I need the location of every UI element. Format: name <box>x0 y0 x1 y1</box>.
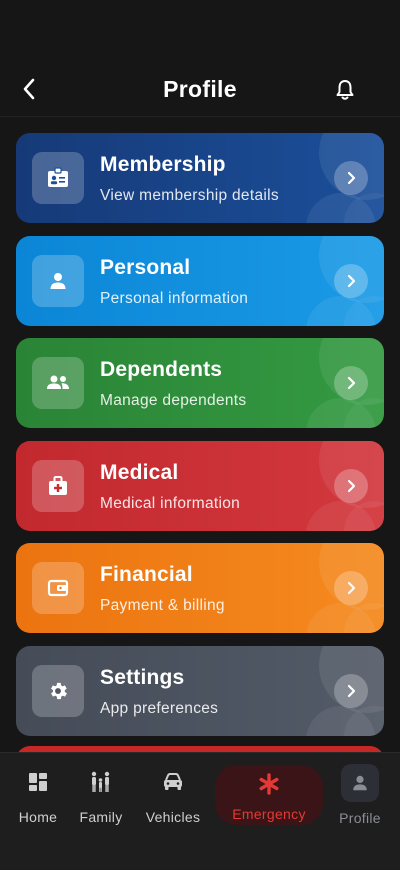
financial-card[interactable]: Financial Payment & billing <box>16 543 384 633</box>
card-subtitle: Medical information <box>100 494 241 512</box>
dependents-card[interactable]: Dependents Manage dependents <box>16 338 384 428</box>
family-icon <box>82 763 120 801</box>
group-icon <box>32 357 84 409</box>
tab-profile[interactable]: Profile <box>337 763 383 833</box>
id-card-icon <box>32 152 84 204</box>
card-title: Personal <box>100 255 191 279</box>
card-subtitle: Manage dependents <box>100 392 247 409</box>
person-icon <box>341 764 379 802</box>
chevron-right-icon[interactable] <box>334 571 368 605</box>
notifications-button[interactable] <box>332 77 358 103</box>
tab-label: Profile <box>339 810 381 826</box>
card-subtitle: App preferences <box>100 699 219 717</box>
tab-label: Vehicles <box>145 809 201 825</box>
medical-card[interactable]: Medical Medical information <box>16 440 384 531</box>
profile-menu: Membership View membership details Perso… <box>16 133 384 748</box>
tab-label: Emergency <box>232 806 306 822</box>
chevron-right-icon[interactable] <box>334 468 368 503</box>
card-subtitle: View membership details <box>100 187 279 204</box>
tab-emergency[interactable]: Emergency <box>215 765 323 825</box>
card-title: Membership <box>100 153 226 176</box>
person-icon <box>32 254 84 307</box>
settings-card[interactable]: Settings App preferences <box>16 645 384 736</box>
tab-label: Home <box>18 809 58 825</box>
wallet-icon <box>32 562 84 614</box>
asterisk-icon <box>258 773 280 800</box>
medical-kit-icon <box>32 459 84 512</box>
tab-home[interactable]: Home <box>18 763 58 833</box>
card-title: Medical <box>100 460 179 484</box>
membership-card[interactable]: Membership View membership details <box>16 133 384 223</box>
card-subtitle: Personal information <box>100 289 249 307</box>
card-title: Financial <box>100 563 193 586</box>
app-header: Profile <box>0 0 400 117</box>
car-icon <box>154 763 192 801</box>
card-subtitle: Payment & billing <box>100 597 225 614</box>
bell-icon <box>336 80 354 100</box>
chevron-right-icon[interactable] <box>334 673 368 708</box>
chevron-right-icon[interactable] <box>334 366 368 400</box>
tab-family[interactable]: Family <box>79 763 123 833</box>
card-title: Settings <box>100 665 185 689</box>
dashboard-icon <box>19 763 57 801</box>
chevron-right-icon[interactable] <box>334 161 368 195</box>
gear-icon <box>32 664 84 717</box>
tab-label: Family <box>79 809 123 825</box>
tab-vehicles[interactable]: Vehicles <box>145 763 201 833</box>
card-title: Dependents <box>100 358 223 381</box>
personal-card[interactable]: Personal Personal information <box>16 235 384 326</box>
bottom-tab-bar: Home Family Vehicles Emergency Profile <box>0 752 400 870</box>
chevron-right-icon[interactable] <box>334 263 368 298</box>
